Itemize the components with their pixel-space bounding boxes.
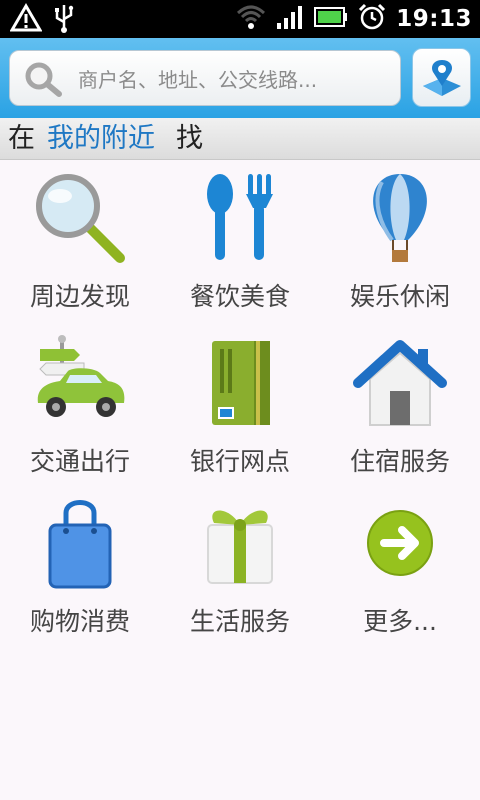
category-label: 交通出行: [29, 447, 130, 476]
category-transport[interactable]: 交通出行: [0, 325, 160, 485]
location-suffix: 找: [176, 123, 203, 154]
wifi-icon: [236, 3, 266, 35]
house-icon: [353, 340, 447, 426]
status-bar: 19:13: [0, 0, 480, 38]
shopping-bag-icon: [48, 500, 112, 589]
search-box[interactable]: [9, 50, 401, 106]
category-life-services[interactable]: 生活服务: [160, 485, 320, 645]
usb-icon: [52, 3, 76, 37]
location-prefix: 在: [8, 123, 35, 154]
location-bar: 在 我的附近 找: [0, 118, 480, 160]
alarm-icon: [358, 3, 386, 35]
magnifier-icon: [36, 174, 125, 263]
gift-icon: [207, 510, 273, 584]
category-bank[interactable]: 银行网点: [160, 325, 320, 485]
category-label: 银行网点: [189, 447, 290, 476]
bank-card-icon: [212, 341, 270, 425]
map-pin-icon: [423, 60, 461, 96]
category-more[interactable]: 更多...: [320, 485, 480, 645]
spoon-fork-icon: [207, 174, 273, 260]
location-link[interactable]: 我的附近: [47, 118, 155, 160]
category-entertainment[interactable]: 娱乐休闲: [320, 160, 480, 320]
search-icon[interactable]: [22, 60, 64, 102]
map-button[interactable]: [412, 48, 471, 107]
category-label: 娱乐休闲: [349, 282, 450, 311]
category-nearby[interactable]: 周边发现: [0, 160, 160, 320]
status-time: 19:13: [396, 6, 472, 32]
category-grid: 周边发现 餐饮美食 娱乐休闲 交通出行 银行网点 住宿服务 购物消费 生活服务 …: [0, 160, 480, 660]
balloon-icon: [373, 174, 427, 262]
category-lodging[interactable]: 住宿服务: [320, 325, 480, 485]
category-label: 住宿服务: [349, 447, 450, 476]
search-header: [0, 38, 480, 118]
alert-icon: [9, 3, 43, 37]
category-label: 餐饮美食: [189, 282, 290, 311]
arrow-right-icon: [367, 510, 433, 576]
category-label: 购物消费: [29, 607, 130, 636]
category-label: 周边发现: [29, 282, 130, 311]
car-icon: [37, 335, 125, 417]
category-label: 生活服务: [189, 607, 290, 636]
battery-icon: [314, 6, 348, 32]
category-label: 更多...: [363, 607, 437, 636]
category-shopping[interactable]: 购物消费: [0, 485, 160, 645]
signal-icon: [276, 3, 304, 35]
category-dining[interactable]: 餐饮美食: [160, 160, 320, 320]
search-input[interactable]: [76, 59, 390, 101]
